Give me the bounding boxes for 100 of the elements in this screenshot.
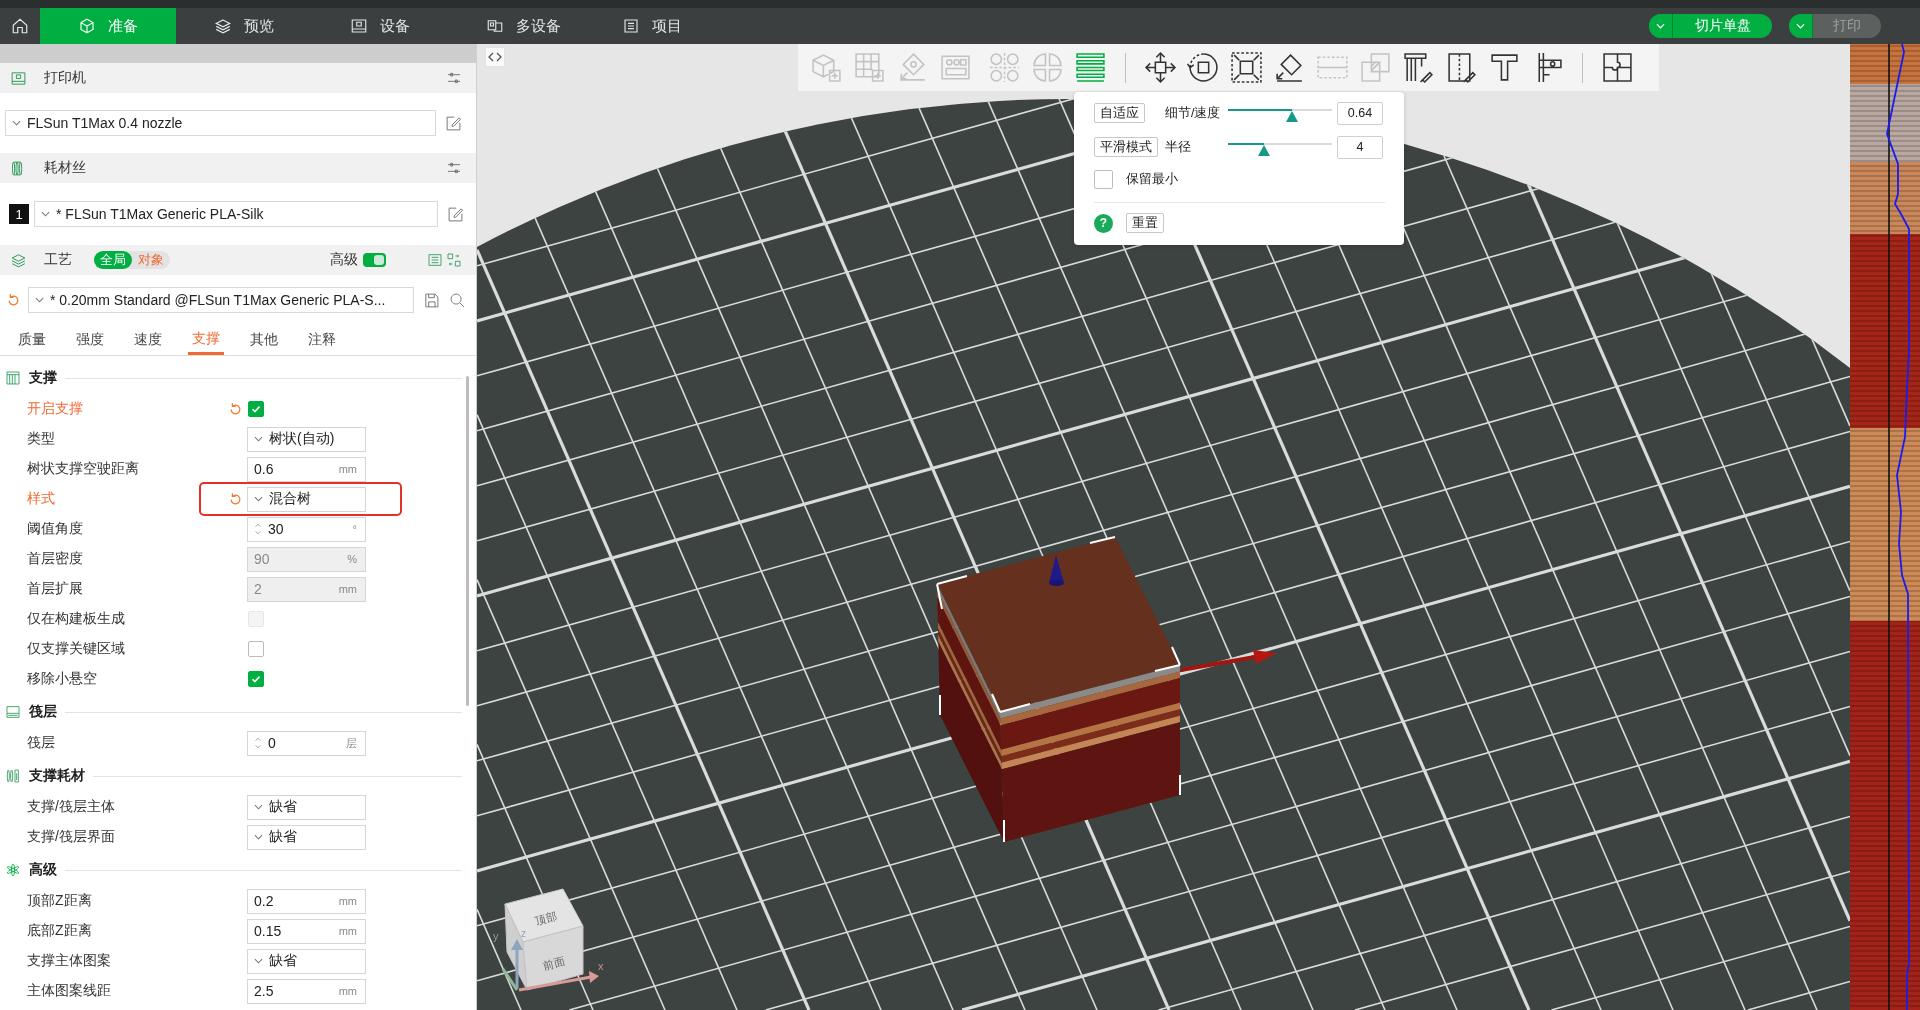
reset-icon[interactable] [6,292,21,308]
caret-icon [254,834,263,840]
axis-label: z [521,928,526,939]
mode-button[interactable]: 平滑模式 [1094,137,1158,157]
number-field[interactable]: 2.5 mm [247,978,366,1004]
settings-tab[interactable]: 注释 [293,325,351,355]
settings-tab[interactable]: 质量 [3,325,61,355]
pillars-brush-icon[interactable] [1402,51,1435,84]
settings-tab[interactable]: 速度 [119,325,177,355]
caret-icon [12,120,21,126]
layers-icon [10,251,27,269]
scrollbar[interactable] [466,376,469,706]
setting-label: 树状支撑空驶距离 [26,460,140,478]
dropdown[interactable]: 树状(自动) [247,426,366,452]
scale-icon[interactable] [1230,51,1263,84]
group-title: 筏层 [29,703,57,721]
spin-field[interactable]: 0 层 [247,730,366,756]
section-title: 耗材丝 [44,159,86,177]
dropdown[interactable]: 缺省 [247,824,366,850]
group-title: 支撑耗材 [29,767,85,785]
reset-icon[interactable] [228,491,243,507]
value-field[interactable]: 0.64 [1337,101,1383,125]
reset-button[interactable]: 重置 [1126,213,1164,233]
setting-label: 主体图案线距 [26,982,112,1000]
section-title: 工艺 [44,251,72,269]
settings-tab[interactable]: 强度 [61,325,119,355]
puzzle-icon[interactable] [1601,51,1634,84]
list-icon [622,17,640,35]
checkbox[interactable] [248,641,264,657]
check-icon [250,673,262,685]
chevrons-icon[interactable] [485,47,505,67]
search-icon[interactable] [449,291,466,309]
axis-arrow[interactable] [1180,650,1277,672]
t-shape-icon[interactable] [1488,51,1521,84]
dropdown[interactable]: 混合树 [247,486,366,512]
number-field[interactable]: 0.6 mm [247,456,366,482]
checkbox[interactable] [248,401,264,417]
home-icon[interactable] [11,17,29,35]
process-dropdown[interactable]: * 0.20mm Standard @FLSun T1Max Generic PLA-S... [28,287,414,313]
setting-label: 类型 [26,430,56,448]
number-field[interactable]: 0.2 mm [247,888,366,914]
devices-icon [486,17,504,35]
setting-label: 阈值角度 [26,520,84,538]
caret-icon [254,958,263,964]
checkbox[interactable] [1094,169,1113,189]
printer-icon [10,69,27,87]
slider-thumb[interactable] [1286,111,1299,122]
setting-label: 仅支撑关键区域 [26,640,126,658]
seam-brush-icon[interactable] [1445,51,1478,84]
slider-label: 细节/速度 [1165,104,1222,122]
checkbox[interactable] [248,671,264,687]
slider-label: 半径 [1165,138,1192,156]
number-field[interactable]: 0.15 mm [247,918,366,944]
device-icon [350,17,368,35]
compare-icon[interactable] [446,252,462,268]
dropdown[interactable]: 缺省 [247,794,366,820]
caret-icon [35,297,44,303]
setting-label: 移除小悬空 [26,670,98,688]
sliders-icon[interactable] [446,70,462,86]
nav-tab[interactable]: 设备 [312,8,448,44]
check-icon [250,403,262,415]
cone-handle[interactable] [1049,555,1064,586]
axis-label: y [493,930,499,942]
raft-icon [5,704,21,720]
filament-dropdown[interactable]: * FLSun T1Max Generic PLA-Silk [34,201,438,227]
setting-label: 筏层 [26,734,56,752]
edit-icon[interactable] [445,114,462,132]
dropdown[interactable]: 缺省 [247,948,366,974]
sliders-icon[interactable] [446,160,462,176]
value-field[interactable]: 4 [1337,135,1383,159]
spool-icon [5,768,21,784]
setting-label: 支撑/筏层主体 [26,798,116,816]
list-icon[interactable] [427,252,443,268]
stacked-bars-icon[interactable] [1074,51,1107,84]
printer-dropdown[interactable]: FLSun T1Max 0.4 nozzle [5,110,436,136]
spin-field[interactable]: 30 ° [247,516,366,542]
group-title: 高级 [29,861,57,879]
caret-icon [1796,23,1805,29]
setting-label: 首层密度 [26,550,84,568]
settings-tab[interactable]: 其他 [235,325,293,355]
setting-label: 顶部Z距离 [26,892,93,910]
layers-icon [214,17,232,35]
axis-label: x [598,960,604,972]
mode-button[interactable]: 自适应 [1094,103,1145,123]
caret-icon [1656,23,1665,29]
reset-icon[interactable] [228,401,243,417]
cube-face-label: 顶部 [533,909,559,927]
slot-number: 1 [9,204,29,224]
move-icon[interactable] [1144,51,1177,84]
caret-icon [254,436,263,442]
nav-tab[interactable]: 多设备 [448,8,584,44]
toggle-switch[interactable] [363,253,386,267]
slider-thumb[interactable] [1258,145,1271,156]
setting-label: 底部Z距离 [26,922,93,940]
model-cube[interactable] [936,536,1181,843]
edit-icon[interactable] [447,205,464,223]
save-icon[interactable] [423,291,440,309]
rotate-icon[interactable] [1187,51,1220,84]
nav-tab[interactable]: 预览 [176,8,312,44]
nav-tab[interactable]: 项目 [584,8,720,44]
